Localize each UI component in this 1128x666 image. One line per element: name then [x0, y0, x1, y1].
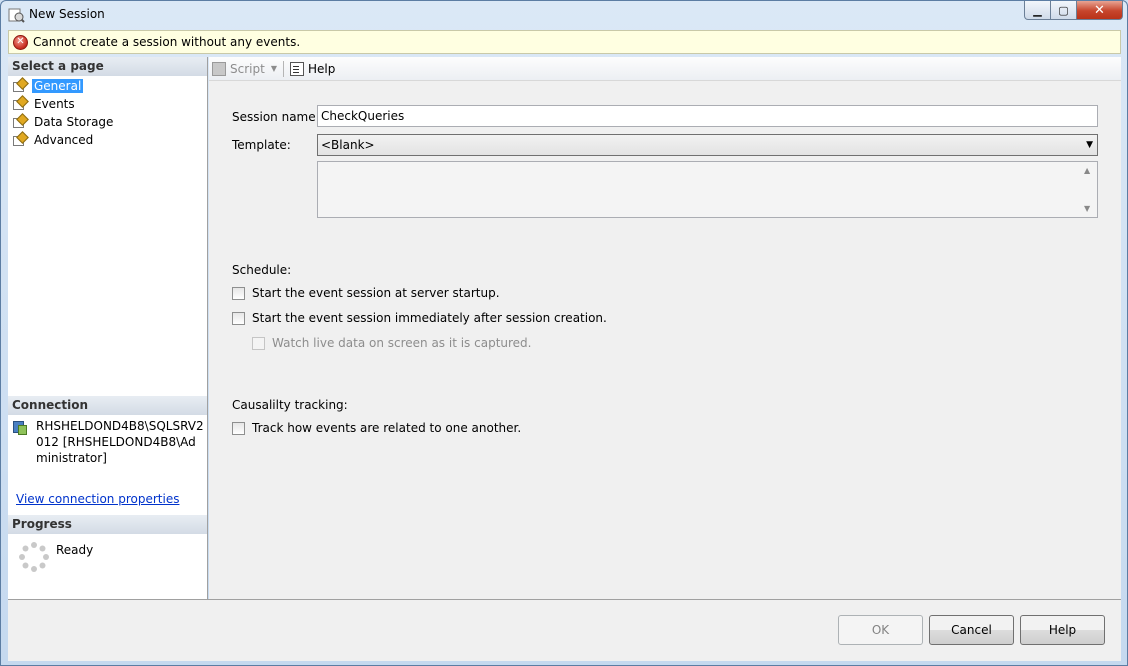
close-button[interactable]: ✕ — [1077, 1, 1123, 20]
server-connection-icon — [12, 420, 28, 436]
page-item-events[interactable]: Events — [12, 95, 115, 113]
new-session-dialog: New Session ▁ ▢ ✕ ✕ Cannot create a sess… — [0, 0, 1128, 666]
progress-header: Progress — [8, 515, 207, 534]
template-selected-value: <Blank> — [321, 138, 375, 152]
page-item-label: General — [32, 79, 84, 93]
schedule-label: Schedule: — [232, 263, 292, 277]
causality-tracking-label: Causalilty tracking: — [232, 398, 348, 412]
title-bar[interactable]: New Session ▁ ▢ ✕ — [1, 1, 1127, 29]
page-item-label: Data Storage — [34, 115, 114, 129]
session-name-input[interactable]: CheckQueries — [317, 105, 1098, 127]
page-wrench-icon — [12, 113, 29, 129]
page-item-general[interactable]: General — [12, 77, 115, 95]
start-at-startup-label: Start the event session at server startu… — [252, 286, 500, 300]
scroll-up-icon[interactable]: ▲ — [1084, 166, 1090, 175]
session-app-icon — [8, 8, 25, 23]
checkbox-box — [252, 336, 265, 350]
chevron-down-icon: ▼ — [270, 64, 277, 73]
watch-live-label: Watch live data on screen as it is captu… — [272, 336, 532, 350]
checkbox-box[interactable] — [232, 286, 245, 300]
start-at-startup-checkbox[interactable]: Start the event session at server startu… — [232, 286, 500, 300]
ok-button[interactable]: OK — [838, 615, 923, 645]
description-scrollbar[interactable]: ▲ ▼ — [1080, 162, 1097, 217]
left-pane: Select a page General Events Data Storag… — [8, 57, 208, 599]
script-icon — [212, 61, 226, 76]
page-item-data-storage[interactable]: Data Storage — [12, 113, 115, 131]
window-title: New Session — [29, 7, 105, 21]
progress-spinner-icon — [19, 542, 49, 572]
page-wrench-icon — [12, 95, 29, 111]
page-list: General Events Data Storage Advanced — [12, 77, 115, 149]
script-label: Script — [230, 61, 265, 76]
chevron-down-icon: ▼ — [1086, 140, 1093, 150]
track-causality-checkbox[interactable]: Track how events are related to one anot… — [232, 421, 521, 435]
close-icon: ✕ — [1094, 2, 1105, 18]
toolbar-separator — [282, 60, 284, 77]
template-label: Template: — [232, 138, 291, 152]
start-immediately-checkbox[interactable]: Start the event session immediately afte… — [232, 311, 607, 325]
page-item-label: Advanced — [34, 133, 94, 147]
help-button[interactable]: Help — [1020, 615, 1105, 645]
checkbox-box[interactable] — [232, 421, 245, 435]
toolbar: Script ▼ Help — [209, 57, 1121, 81]
page-item-label: Events — [34, 97, 75, 111]
dialog-button-bar: OK Cancel Help — [8, 599, 1121, 661]
track-causality-label: Track how events are related to one anot… — [252, 421, 522, 435]
scroll-down-icon[interactable]: ▼ — [1084, 204, 1090, 213]
maximize-button[interactable]: ▢ — [1051, 1, 1077, 20]
progress-status-text: Ready — [56, 543, 94, 557]
template-description-box: ▲ ▼ — [317, 161, 1098, 218]
checkbox-box[interactable] — [232, 311, 245, 325]
template-dropdown[interactable]: <Blank> ▼ — [317, 134, 1098, 156]
error-message: Cannot create a session without any even… — [33, 35, 301, 49]
help-toolbar-label: Help — [307, 61, 336, 76]
help-toolbar-button[interactable]: Help — [287, 58, 338, 80]
view-connection-properties-link[interactable]: View connection properties — [16, 492, 179, 506]
minimize-icon: ▁ — [1033, 3, 1042, 17]
help-icon — [289, 61, 304, 76]
connection-text: RHSHELDOND4B8\SQLSRV2012 [RHSHELDOND4B8\… — [36, 419, 204, 465]
page-item-advanced[interactable]: Advanced — [12, 131, 115, 149]
page-wrench-icon — [12, 131, 29, 147]
error-banner: ✕ Cannot create a session without any ev… — [8, 30, 1121, 54]
session-name-label: Session name: — [232, 110, 320, 124]
select-page-header: Select a page — [8, 57, 207, 76]
general-page: Script ▼ Help Session name: CheckQueries… — [209, 57, 1121, 599]
page-wrench-icon — [12, 77, 29, 93]
error-icon: ✕ — [13, 34, 28, 50]
connection-header: Connection — [8, 396, 207, 415]
cancel-button[interactable]: Cancel — [929, 615, 1014, 645]
script-button[interactable]: Script ▼ — [209, 58, 280, 80]
maximize-icon: ▢ — [1058, 3, 1069, 17]
watch-live-data-checkbox: Watch live data on screen as it is captu… — [252, 336, 532, 350]
minimize-button[interactable]: ▁ — [1024, 1, 1051, 20]
start-immediately-label: Start the event session immediately afte… — [252, 311, 607, 325]
